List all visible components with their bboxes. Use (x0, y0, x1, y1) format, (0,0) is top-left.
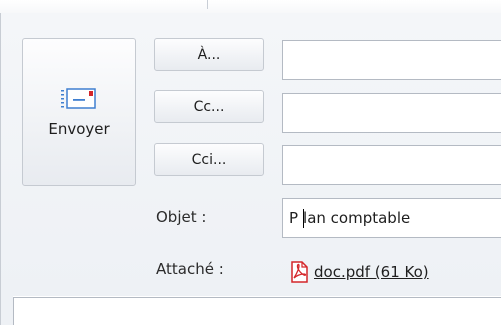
cc-field[interactable] (282, 93, 501, 133)
subject-field[interactable]: Plan comptable (282, 198, 501, 238)
bcc-button-label: Cci... (191, 151, 227, 168)
send-button-label: Envoyer (48, 120, 110, 138)
subject-label: Objet : (156, 208, 207, 226)
pdf-file-icon (288, 261, 310, 283)
to-field[interactable] (282, 40, 501, 80)
ribbon-strip (0, 0, 501, 14)
attachment-link[interactable]: doc.pdf (61 Ko) (314, 263, 429, 281)
bcc-button[interactable]: Cci... (154, 143, 264, 176)
to-button-label: À... (197, 46, 221, 63)
cc-button-label: Cc... (193, 98, 225, 115)
to-button[interactable]: À... (154, 38, 264, 71)
subject-text-rest: lan comptable (303, 209, 411, 227)
ribbon-divider (207, 0, 208, 9)
cc-button[interactable]: Cc... (154, 90, 264, 123)
bcc-field[interactable] (282, 145, 501, 185)
send-mail-icon (59, 86, 99, 112)
attachment-area: doc.pdf (61 Ko) (282, 253, 501, 291)
subject-text-start: P (289, 209, 299, 227)
message-body[interactable] (13, 297, 501, 325)
left-frame (0, 296, 13, 325)
attached-label: Attaché : (156, 260, 224, 278)
send-button[interactable]: Envoyer (22, 38, 136, 186)
